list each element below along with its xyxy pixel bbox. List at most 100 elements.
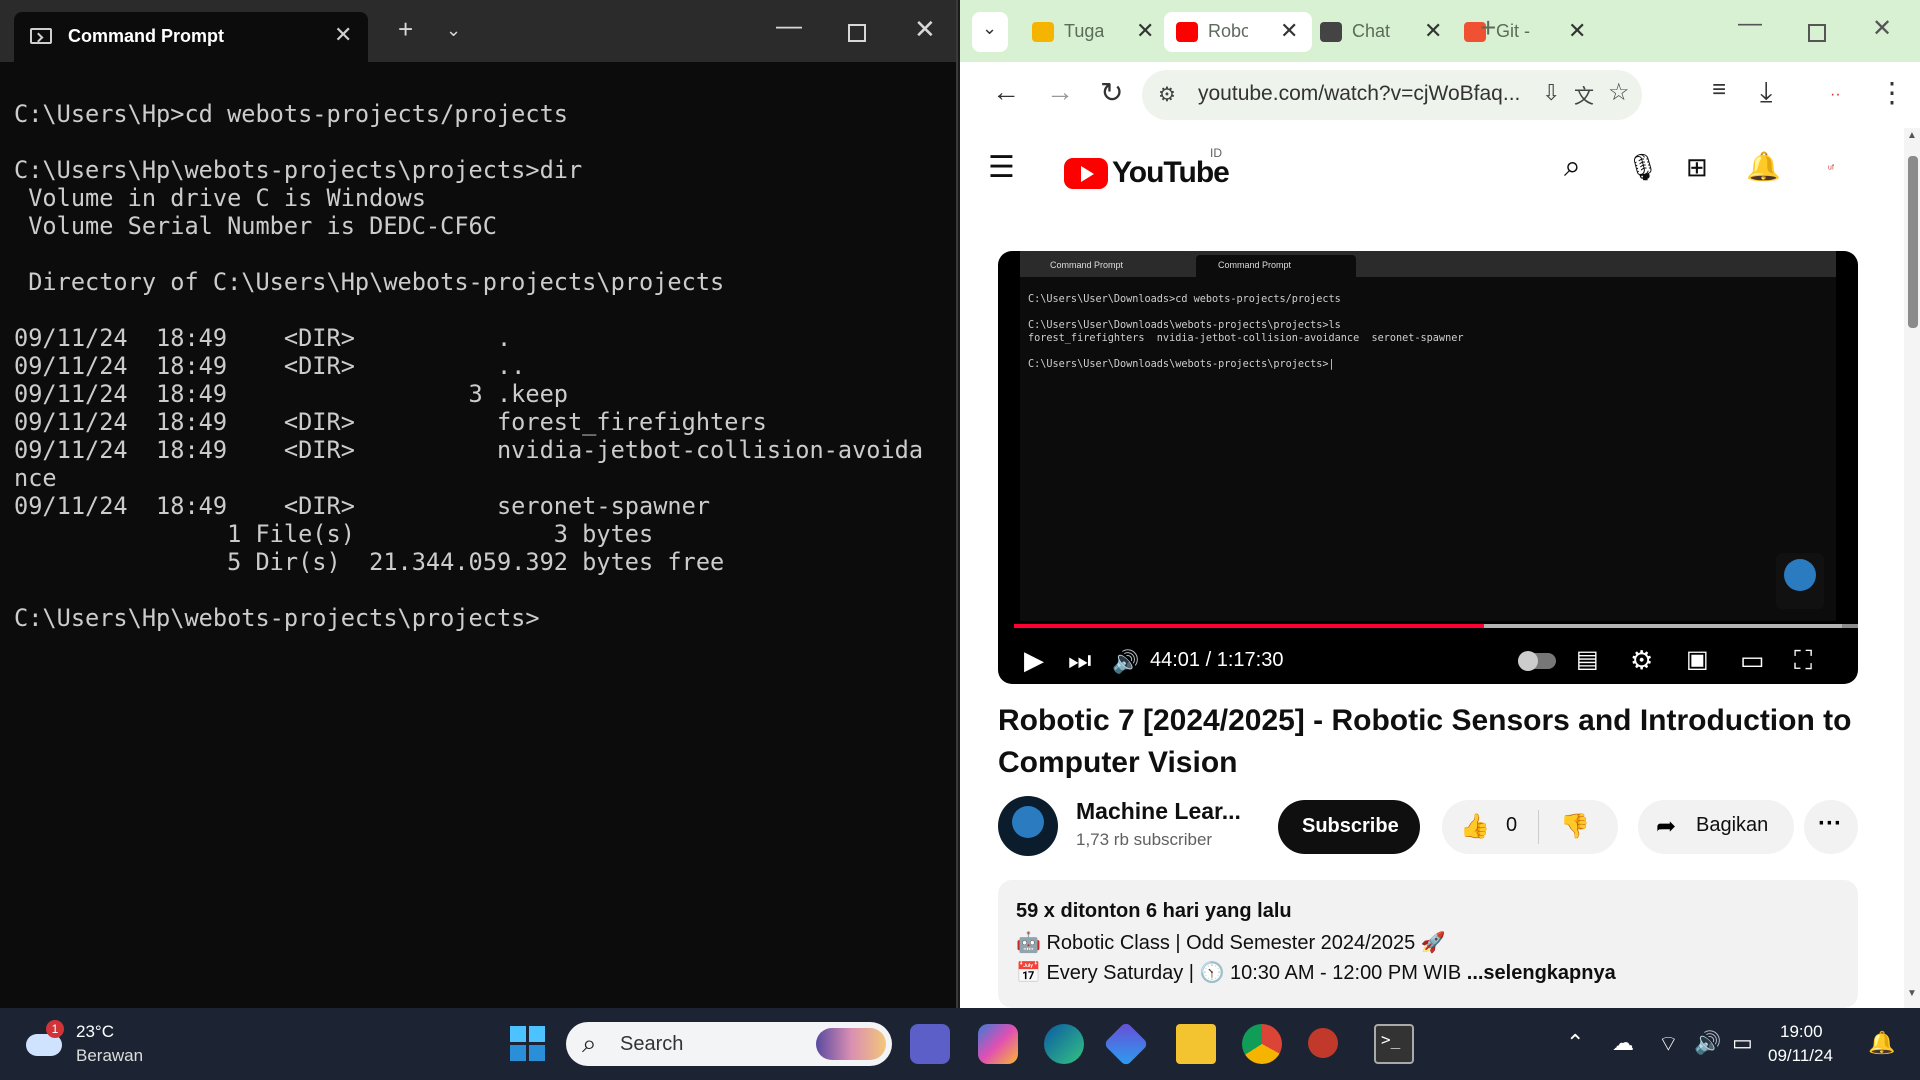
theater-mode-icon[interactable]: ▭ <box>1740 645 1765 676</box>
show-hidden-icons-chevron-icon[interactable]: ⌃ <box>1566 1030 1584 1056</box>
create-video-icon[interactable]: ⊞ <box>1686 152 1708 183</box>
brain-logo-icon <box>1012 806 1044 838</box>
wifi-icon[interactable]: ⌔ <box>1658 1030 1679 1058</box>
share-button[interactable]: ➦ Bagikan <box>1638 800 1794 854</box>
start-button[interactable] <box>510 1026 546 1062</box>
close-window-icon[interactable]: ✕ <box>1872 14 1892 43</box>
browser-tab[interactable]: Chat ✕ <box>1308 12 1456 52</box>
fullscreen-icon[interactable]: ⛶ <box>1794 645 1812 677</box>
weather-temp: 23°C <box>76 1022 114 1041</box>
bookmark-star-icon[interactable]: ☆ <box>1608 78 1630 107</box>
autoplay-toggle[interactable] <box>1518 651 1556 671</box>
edge-icon[interactable] <box>1044 1024 1084 1064</box>
description-box[interactable]: 59 x ditonton 6 hari yang lalu 🤖 Robotic… <box>998 880 1858 1008</box>
terminal-app-icon[interactable]: >_ <box>1374 1024 1414 1064</box>
tab-search-button[interactable]: ⌄ <box>972 12 1008 52</box>
battery-icon[interactable]: ▭ <box>1732 1030 1753 1056</box>
media-controls-icon[interactable]: ≡ <box>1712 76 1726 104</box>
search-highlight-image <box>816 1028 886 1060</box>
dev-home-icon[interactable] <box>1103 1021 1149 1067</box>
video-terminal-tab-title: Command Prompt <box>1050 260 1124 270</box>
hamburger-menu-icon[interactable]: ☰ <box>988 150 1015 185</box>
terminal-output[interactable]: C:\Users\Hp>cd webots-projects/projects … <box>14 100 944 632</box>
video-frame: Command Prompt Command Prompt C:\Users\U… <box>1020 251 1836 621</box>
clock-icon: 🕥 <box>1199 962 1225 984</box>
weather-widget[interactable]: 1 <box>26 1020 66 1056</box>
channel-name[interactable]: Machine Lear... <box>1076 798 1241 825</box>
scroll-down-icon[interactable]: ▼ <box>1907 988 1917 999</box>
clock-time[interactable]: 19:00 <box>1780 1022 1823 1042</box>
like-icon[interactable]: 👍 <box>1460 812 1490 841</box>
onedrive-cloud-icon[interactable]: ☁ <box>1612 1030 1634 1056</box>
calendar-icon: 📅 <box>1016 962 1041 984</box>
new-tab-icon[interactable]: + <box>398 14 413 45</box>
miniplayer-icon[interactable]: ▣ <box>1686 645 1709 674</box>
close-tab-icon[interactable]: ✕ <box>1280 18 1298 44</box>
youtube-play-logo-icon <box>1064 158 1108 189</box>
minimize-icon[interactable]: — <box>776 10 802 41</box>
account-avatar[interactable]: ᵘᶠ <box>1828 164 1834 175</box>
volume-icon[interactable]: 🔊 <box>1112 649 1139 675</box>
terminal-tab-title: Command Prompt <box>68 26 225 46</box>
new-tab-icon[interactable]: + <box>1480 12 1496 44</box>
next-video-icon[interactable]: ⏭ <box>1068 645 1091 677</box>
show-more-link[interactable]: ...selengkapnya <box>1467 962 1616 984</box>
subscribe-button[interactable]: Subscribe <box>1278 800 1420 854</box>
browser-tab-label: Chat <box>1352 21 1391 41</box>
install-app-icon[interactable]: ⇩ <box>1542 80 1560 106</box>
video-player[interactable]: Command Prompt Command Prompt C:\Users\U… <box>998 251 1858 684</box>
scrollbar-thumb[interactable] <box>1908 156 1918 328</box>
site-info-icon[interactable]: ⚙ <box>1158 82 1176 107</box>
back-icon[interactable]: ← <box>992 76 1020 108</box>
minimize-icon[interactable]: — <box>1738 10 1762 38</box>
play-icon[interactable]: ▶ <box>1024 645 1044 676</box>
profile-avatar[interactable]: ·· <box>1830 86 1841 104</box>
close-tab-icon[interactable]: ✕ <box>1568 18 1586 44</box>
translate-icon[interactable]: 文 <box>1574 80 1594 109</box>
ladybug-app-icon[interactable] <box>1308 1028 1338 1058</box>
description-line-2: 📅 Every Saturday | 🕥 10:30 AM - 12:00 PM… <box>1016 960 1616 985</box>
youtube-logo-text: YouTube <box>1112 156 1230 189</box>
speaker-icon[interactable]: 🔊 <box>1694 1030 1721 1056</box>
taskbar-search[interactable]: ⌕ Search <box>566 1022 892 1066</box>
terminal-window: Command Prompt ✕ + ⌄ — ✕ C:\Users\Hp>cd … <box>0 0 958 1008</box>
chrome-icon[interactable] <box>1242 1024 1282 1064</box>
forward-icon[interactable]: → <box>1046 76 1074 108</box>
browser-tab[interactable]: Tuga ✕ <box>1020 12 1168 52</box>
file-explorer-icon[interactable] <box>1176 1024 1216 1064</box>
progress-bar[interactable] <box>1014 624 1858 628</box>
close-tab-icon[interactable]: ✕ <box>334 22 352 48</box>
downloads-icon[interactable]: ⤓ <box>1760 76 1772 109</box>
channel-watermark-logo <box>1776 553 1824 609</box>
teams-icon[interactable] <box>910 1024 950 1064</box>
address-bar[interactable]: ⚙ youtube.com/watch?v=cjWoBfaq... ⇩ 文 ☆ <box>1142 70 1642 120</box>
notification-bell-icon[interactable]: 🔔 <box>1868 1030 1895 1056</box>
dislike-icon[interactable]: 👎 <box>1560 812 1590 841</box>
browser-tab[interactable]: Git - ✕ <box>1452 12 1600 52</box>
maximize-icon[interactable] <box>848 24 866 42</box>
maximize-icon[interactable] <box>1808 24 1826 42</box>
taskbar: 1 23°C Berawan ⌕ Search >_ ⌃ ☁ ⌔ 🔊 ▭ 19:… <box>0 1008 1920 1080</box>
notifications-bell-icon[interactable]: 🔔 <box>1746 150 1781 183</box>
terminal-tab[interactable]: Command Prompt ✕ <box>14 12 368 62</box>
menu-more-icon[interactable]: ⋮ <box>1878 76 1906 109</box>
scroll-up-icon[interactable]: ▲ <box>1907 130 1917 141</box>
page-scrollbar[interactable]: ▲ ▼ <box>1904 128 1920 1008</box>
settings-gear-icon[interactable]: ⚙ <box>1630 645 1653 676</box>
copilot-icon[interactable] <box>978 1024 1018 1064</box>
channel-avatar[interactable] <box>998 796 1058 856</box>
close-window-icon[interactable]: ✕ <box>914 14 936 45</box>
close-tab-icon[interactable]: ✕ <box>1424 18 1442 44</box>
subtitles-icon[interactable]: ▤ <box>1576 645 1599 674</box>
search-icon: ⌕ <box>582 1028 597 1058</box>
reload-icon[interactable]: ↻ <box>1100 76 1123 109</box>
browser-tab[interactable]: Robo ✕ <box>1164 12 1312 52</box>
microphone-icon[interactable]: 🎙 <box>1626 152 1659 183</box>
clock-date[interactable]: 09/11/24 <box>1768 1046 1833 1066</box>
close-tab-icon[interactable]: ✕ <box>1136 18 1154 44</box>
video-terminal-output: C:\Users\User\Downloads>cd webots-projec… <box>1028 294 1464 370</box>
url-text[interactable]: youtube.com/watch?v=cjWoBfaq... <box>1198 82 1520 106</box>
more-actions-button[interactable]: ··· <box>1804 800 1858 854</box>
chevron-down-icon[interactable]: ⌄ <box>446 20 461 41</box>
search-icon[interactable]: ⌕ <box>1564 150 1581 184</box>
